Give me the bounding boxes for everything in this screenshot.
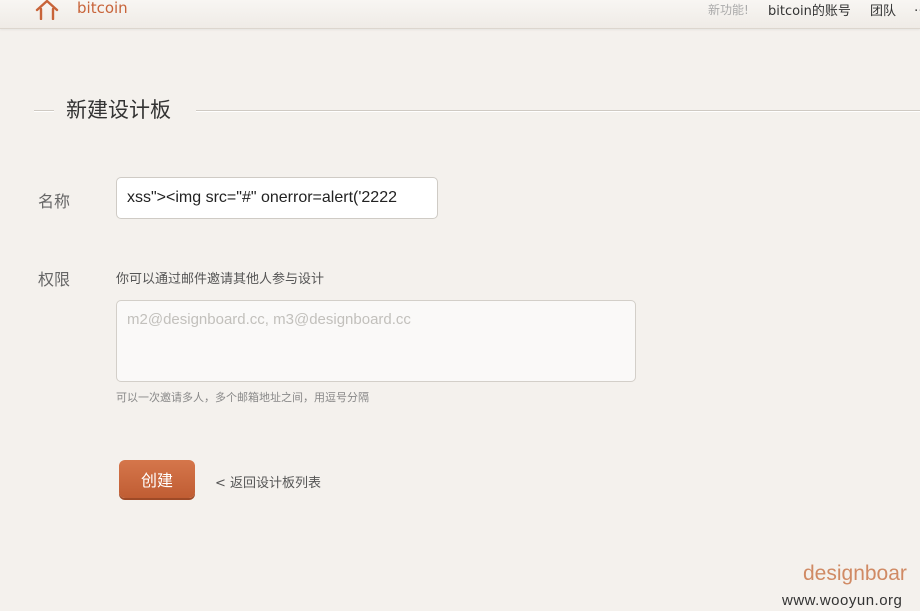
home-icon[interactable] [34, 0, 60, 20]
permission-description: 你可以通过邮件邀请其他人参与设计 [116, 272, 325, 287]
invite-emails-input[interactable] [116, 300, 636, 382]
create-button[interactable]: 创建 [119, 460, 195, 498]
team-link[interactable]: 团队 [870, 0, 896, 19]
footer-logo: designboar [803, 562, 907, 585]
header-divider-right [196, 110, 920, 112]
page-title: 新建设计板 [66, 98, 171, 122]
header-divider-left [34, 110, 54, 112]
watermark: www.wooyun.org [782, 592, 903, 609]
emails-hint: 可以一次邀请多人，多个邮箱地址之间，用逗号分隔 [116, 391, 369, 404]
more-link[interactable]: … [914, 0, 920, 15]
board-name-input[interactable] [116, 177, 438, 219]
top-navigation-bar: bitcoin 新功能! bitcoin的账号 团队 … [0, 0, 920, 29]
permission-label: 权限 [38, 270, 71, 289]
account-link[interactable]: bitcoin的账号 [768, 0, 851, 19]
new-feature-label: 新功能! [708, 3, 749, 17]
name-label: 名称 [38, 192, 71, 211]
brand-link[interactable]: bitcoin [77, 0, 128, 17]
back-to-list-link[interactable]: < 返回设计板列表 [215, 472, 321, 491]
section-header: 新建设计板 [34, 94, 920, 124]
